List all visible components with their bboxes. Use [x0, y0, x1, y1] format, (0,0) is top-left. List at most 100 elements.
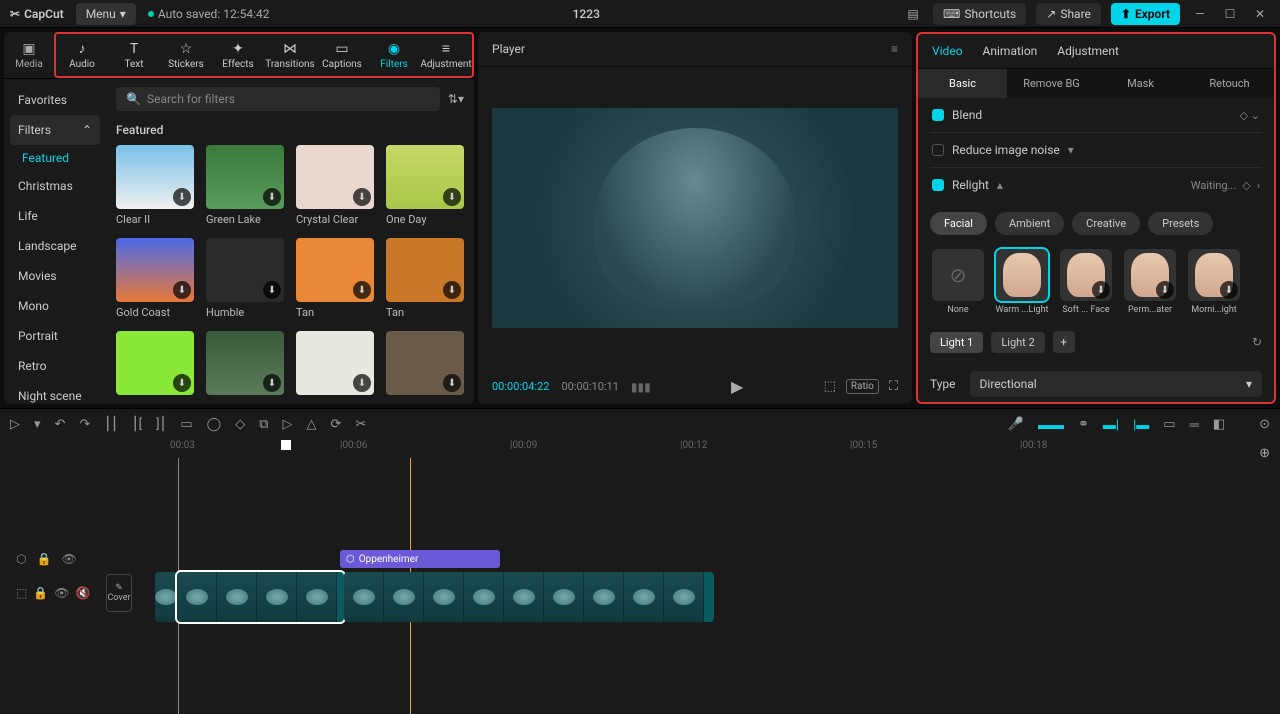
inspector-tab-video[interactable]: Video [932, 44, 963, 58]
filter-thumb[interactable]: ⬇ [296, 331, 374, 399]
share-button[interactable]: ↗ Share [1036, 3, 1101, 25]
relight-expand-icon[interactable]: › [1257, 179, 1260, 192]
video-drag-icon[interactable]: ⬚ [16, 586, 27, 600]
sidebar-favorites[interactable]: Favorites [4, 85, 106, 115]
relight-option[interactable]: ⬇Soft ... Face [1058, 249, 1114, 315]
download-icon[interactable]: ⬇ [353, 188, 371, 206]
inspector-subtab-remove-bg[interactable]: Remove BG [1007, 69, 1096, 98]
relight-option[interactable]: ⬇Perm...ater [1122, 249, 1178, 315]
download-icon[interactable]: ⬇ [263, 281, 281, 299]
blend-row[interactable]: Blend ◇ ⌄ [930, 98, 1262, 133]
sidebar-life[interactable]: Life [4, 201, 106, 231]
caption-lock-icon[interactable]: ⬡ [16, 552, 26, 566]
tab-filters[interactable]: ◉Filters [368, 34, 420, 76]
sidebar-christmas[interactable]: Christmas [4, 171, 106, 201]
trim-right-tool[interactable]: ]⎮ [156, 417, 166, 432]
rotate-tool[interactable]: ⟳ [331, 417, 342, 432]
type-select[interactable]: Directional▾ [970, 371, 1262, 397]
pill-ambient[interactable]: Ambient [995, 212, 1064, 235]
trim-left-tool[interactable]: ⎮[ [132, 417, 142, 432]
add-light-button[interactable]: + [1053, 331, 1075, 353]
minimize-button[interactable]: — [1190, 7, 1210, 21]
layout-icon[interactable]: ▤ [903, 7, 923, 21]
download-icon[interactable]: ⬇ [1092, 281, 1110, 299]
zoom-fit-icon[interactable]: ⊙ [1259, 417, 1270, 432]
tab-captions[interactable]: ▭Captions [316, 34, 368, 76]
filter-thumb[interactable]: ⬇Gold Coast [116, 238, 194, 319]
tab-stickers[interactable]: ☆Stickers [160, 34, 212, 76]
magnet-icon[interactable]: ▬▬ [1038, 417, 1064, 433]
mic-icon[interactable]: 🎤 [1008, 417, 1024, 432]
download-icon[interactable]: ⬇ [353, 374, 371, 392]
filter-thumb[interactable]: ⬇Clear II [116, 145, 194, 226]
sort-button[interactable]: ⇅▾ [448, 92, 464, 106]
pill-facial[interactable]: Facial [930, 212, 987, 235]
caption-hide-icon[interactable]: 🔒 [36, 552, 51, 566]
clip-freeze[interactable]: Freeze00:00:03:00Waiting to app [177, 572, 344, 622]
search-input[interactable]: 🔍 Search for filters [116, 87, 440, 111]
export-button[interactable]: ⬆ Export [1111, 3, 1180, 25]
sidebar-movies[interactable]: Movies [4, 261, 106, 291]
relight-option[interactable]: ⊘None [930, 249, 986, 315]
download-icon[interactable]: ⬇ [173, 374, 191, 392]
filter-thumb[interactable]: ⬇ [386, 331, 464, 399]
link-icon[interactable]: ⚭ [1078, 417, 1089, 432]
inspector-tab-adjustment[interactable]: Adjustment [1057, 44, 1119, 58]
inspector-subtab-basic[interactable]: Basic [918, 69, 1007, 98]
crop2-tool[interactable]: ✂ [355, 417, 366, 432]
download-icon[interactable]: ⬇ [443, 281, 461, 299]
tab-audio[interactable]: ♪Audio [56, 34, 108, 76]
crop-tool[interactable]: ▭ [180, 417, 192, 432]
download-icon[interactable]: ⬇ [263, 188, 281, 206]
quality-icon[interactable]: ▮▮▮ [631, 380, 651, 394]
mirror-tool[interactable]: △ [307, 417, 317, 432]
download-icon[interactable]: ⬇ [443, 188, 461, 206]
fullscreen-icon[interactable]: ⛶ [889, 379, 898, 394]
snap2-icon[interactable]: |▬ [1133, 417, 1149, 433]
filter-thumb[interactable]: ⬇ [116, 331, 194, 399]
circle-tool[interactable]: ◯ [207, 417, 222, 432]
clip-stab[interactable]: Stab [155, 572, 177, 622]
tab-text[interactable]: TText [108, 34, 160, 76]
tab-transitions[interactable]: ⋈Transitions [264, 34, 316, 76]
player-menu-icon[interactable]: ≡ [891, 42, 898, 56]
split-tool[interactable]: ⎮⎮ [104, 417, 118, 432]
download-icon[interactable]: ⬇ [1156, 281, 1174, 299]
filter-thumb[interactable]: ⬇Green Lake [206, 145, 284, 226]
shortcuts-button[interactable]: ⌨ Shortcuts [933, 3, 1026, 25]
playhead-marker[interactable] [281, 440, 291, 450]
inspector-subtab-mask[interactable]: Mask [1096, 69, 1185, 98]
sidebar-landscape[interactable]: Landscape [4, 231, 106, 261]
scan-icon[interactable]: ⬚ [824, 379, 836, 394]
filter-thumb[interactable]: ⬇Humble [206, 238, 284, 319]
download-icon[interactable]: ⬇ [443, 374, 461, 392]
relight-checkbox[interactable] [932, 179, 944, 191]
download-icon[interactable]: ⬇ [173, 188, 191, 206]
download-icon[interactable]: ⬇ [173, 281, 191, 299]
sidebar-mono[interactable]: Mono [4, 291, 106, 321]
sidebar-featured[interactable]: Featured [4, 145, 106, 171]
reduce-noise-row[interactable]: Reduce image noise▾ [930, 133, 1262, 168]
sidebar-retro[interactable]: Retro [4, 351, 106, 381]
video-lock-icon[interactable]: 🔒 [33, 586, 48, 600]
download-icon[interactable]: ⬇ [1220, 281, 1238, 299]
download-icon[interactable]: ⬇ [263, 374, 281, 392]
blend-checkbox[interactable] [932, 109, 944, 121]
undo-button[interactable]: ↶ [55, 417, 66, 432]
light-chip-1[interactable]: Light 1 [930, 332, 983, 353]
tab-adjustment[interactable]: ≡Adjustment [420, 34, 472, 76]
pill-presets[interactable]: Presets [1148, 212, 1213, 235]
selection-tool[interactable]: ▷ [10, 417, 20, 432]
filter-thumb[interactable]: ⬇Crystal Clear [296, 145, 374, 226]
filter-thumb[interactable]: ⬇Tan [386, 238, 464, 319]
clip-shark[interactable]: StabilizeGreat White Shark (Megalodon)00… [344, 572, 714, 622]
preview-icon[interactable]: ▭ [1163, 417, 1175, 432]
duplicate-tool[interactable]: ⧉ [259, 417, 268, 432]
collapse-icon[interactable]: ◧ [1213, 417, 1225, 432]
snap-icon[interactable]: ▬| [1103, 417, 1119, 433]
marker-tool[interactable]: ◇ [235, 417, 245, 432]
maximize-button[interactable]: ☐ [1220, 7, 1240, 21]
sidebar-filters[interactable]: Filters⌃ [10, 115, 100, 145]
dropdown-icon[interactable]: ▾ [34, 417, 41, 432]
track-icon[interactable]: ═ [1190, 417, 1199, 433]
